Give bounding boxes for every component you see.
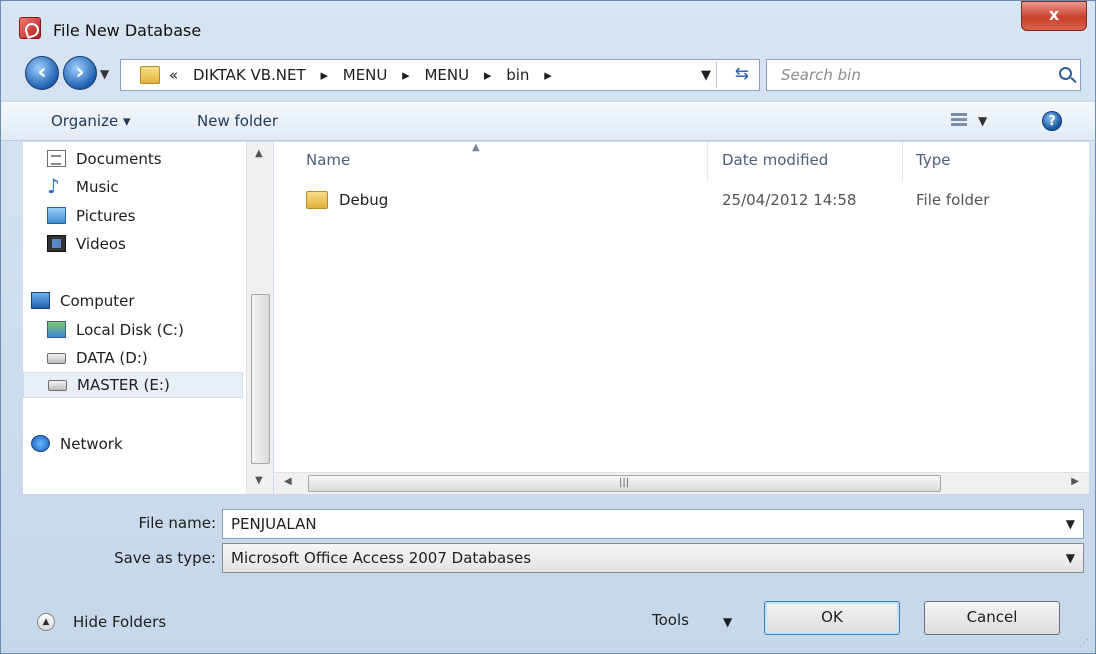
tools-button[interactable]: Tools xyxy=(652,611,689,629)
ok-button[interactable]: OK xyxy=(764,601,900,635)
breadcrumb-overflow[interactable]: « xyxy=(169,66,178,84)
column-divider[interactable] xyxy=(707,142,708,182)
file-new-database-dialog: File New Database x ‹ › ▼ « DIKTAK VB.NE… xyxy=(0,0,1096,654)
nav-item-master-e[interactable]: MASTER (E:) xyxy=(23,372,243,398)
nav-item-label: Local Disk (C:) xyxy=(76,321,184,339)
back-arrow-icon[interactable]: ‹ xyxy=(25,56,59,90)
breadcrumb-separator[interactable]: ▸ xyxy=(544,66,552,84)
nav-item-label: Videos xyxy=(76,235,126,253)
nav-item-label: MASTER (E:) xyxy=(77,376,170,394)
navigation-pane: Documents Music Pictures Videos Computer… xyxy=(23,142,273,494)
hide-folders-label: Hide Folders xyxy=(73,613,167,631)
breadcrumb-segment[interactable]: MENU xyxy=(343,66,388,84)
column-header-type[interactable]: Type xyxy=(916,151,950,169)
breadcrumb-segment[interactable]: DIKTAK VB.NET xyxy=(193,66,306,84)
save-as-type-label: Save as type: xyxy=(114,549,216,567)
nav-pane-scrollbar[interactable]: ▲ ▼ xyxy=(246,142,273,494)
scroll-right-arrow-icon[interactable]: ▶ xyxy=(1071,476,1079,487)
search-icon[interactable] xyxy=(1059,67,1072,80)
refresh-icon[interactable]: ⇆ xyxy=(735,64,749,84)
drive-icon xyxy=(47,353,66,364)
command-toolbar: Organize ▾ New folder ▼ ? xyxy=(1,101,1095,141)
column-header-date-modified[interactable]: Date modified xyxy=(722,151,828,169)
file-list: ▲ Name Date modified Type Debug 25/04/20… xyxy=(274,142,1089,472)
view-options-icon[interactable] xyxy=(951,113,967,129)
music-icon xyxy=(47,174,66,198)
breadcrumb: « DIKTAK VB.NET ▸ MENU ▸ MENU ▸ bin ▸ xyxy=(169,66,562,84)
file-name-label: File name: xyxy=(138,514,216,532)
scrollbar-grip-icon: ||| xyxy=(619,477,630,488)
file-date-modified: 25/04/2012 14:58 xyxy=(722,191,857,209)
access-app-icon xyxy=(19,17,41,39)
new-folder-button[interactable]: New folder xyxy=(197,112,278,130)
scroll-up-arrow-icon[interactable]: ▲ xyxy=(255,148,263,159)
breadcrumb-segment[interactable]: bin xyxy=(506,66,529,84)
forward-arrow-icon[interactable]: › xyxy=(63,56,97,90)
chevron-down-icon[interactable]: ▼ xyxy=(1066,517,1075,531)
breadcrumb-separator[interactable]: ▸ xyxy=(484,66,492,84)
file-type: File folder xyxy=(916,191,990,209)
window-title: File New Database xyxy=(53,21,202,40)
close-button[interactable]: x xyxy=(1021,1,1087,31)
divider xyxy=(716,62,717,88)
file-row[interactable]: Debug 25/04/2012 14:58 File folder xyxy=(294,188,1074,214)
navigation-row: ‹ › ▼ « DIKTAK VB.NET ▸ MENU ▸ MENU ▸ bi… xyxy=(1,51,1095,97)
help-icon[interactable]: ? xyxy=(1042,111,1062,131)
column-divider[interactable] xyxy=(902,142,903,182)
chevron-down-icon[interactable]: ▼ xyxy=(1066,551,1075,565)
title-bar: File New Database x xyxy=(1,1,1095,43)
save-as-type-select[interactable]: Microsoft Office Access 2007 Databases ▼ xyxy=(222,543,1084,573)
chevron-down-icon[interactable]: ▼ xyxy=(723,615,732,629)
nav-item-label: Pictures xyxy=(76,207,136,225)
recent-pages-chevron-icon[interactable]: ▼ xyxy=(100,67,109,81)
address-dropdown-icon[interactable]: ▼ xyxy=(701,68,711,83)
computer-icon xyxy=(31,292,50,309)
nav-item-label: Computer xyxy=(60,292,135,310)
scroll-down-arrow-icon[interactable]: ▼ xyxy=(255,475,263,486)
search-box[interactable]: Search bin xyxy=(766,59,1081,91)
scroll-left-arrow-icon[interactable]: ◀ xyxy=(284,476,292,487)
file-name-input[interactable]: PENJUALAN ▼ xyxy=(222,509,1084,539)
resize-grip-icon[interactable]: ⋰ xyxy=(1079,638,1089,649)
column-header-name[interactable]: Name xyxy=(306,151,350,169)
view-dropdown-icon[interactable]: ▼ xyxy=(978,114,987,128)
folder-icon xyxy=(140,66,160,84)
collapse-arrow-icon: ▲ xyxy=(37,613,55,631)
nav-item-label: DATA (D:) xyxy=(76,349,148,367)
local-disk-icon xyxy=(47,321,66,338)
organize-button[interactable]: Organize ▾ xyxy=(51,112,131,130)
documents-icon xyxy=(47,150,66,167)
sort-ascending-icon: ▲ xyxy=(472,142,480,153)
drive-icon xyxy=(48,380,67,391)
breadcrumb-separator[interactable]: ▸ xyxy=(402,66,410,84)
nav-item-label: Documents xyxy=(76,150,162,168)
save-as-type-value: Microsoft Office Access 2007 Databases xyxy=(231,549,532,567)
nav-item-label: Music xyxy=(76,178,119,196)
folder-icon xyxy=(306,191,328,209)
file-list-horizontal-scrollbar[interactable]: ◀ ||| ▶ xyxy=(274,472,1089,494)
nav-item-label: Network xyxy=(60,435,123,453)
scrollbar-thumb[interactable] xyxy=(251,294,270,464)
videos-icon xyxy=(47,235,66,252)
search-placeholder: Search bin xyxy=(781,66,861,84)
cancel-button[interactable]: Cancel xyxy=(924,601,1060,635)
breadcrumb-segment[interactable]: MENU xyxy=(424,66,469,84)
pictures-icon xyxy=(47,207,66,224)
file-name: Debug xyxy=(339,191,389,209)
scrollbar-thumb[interactable]: ||| xyxy=(308,475,941,492)
breadcrumb-separator[interactable]: ▸ xyxy=(320,66,328,84)
file-name-value: PENJUALAN xyxy=(231,515,317,533)
address-bar[interactable]: « DIKTAK VB.NET ▸ MENU ▸ MENU ▸ bin ▸ ▼ … xyxy=(120,59,760,91)
network-icon xyxy=(31,435,50,452)
